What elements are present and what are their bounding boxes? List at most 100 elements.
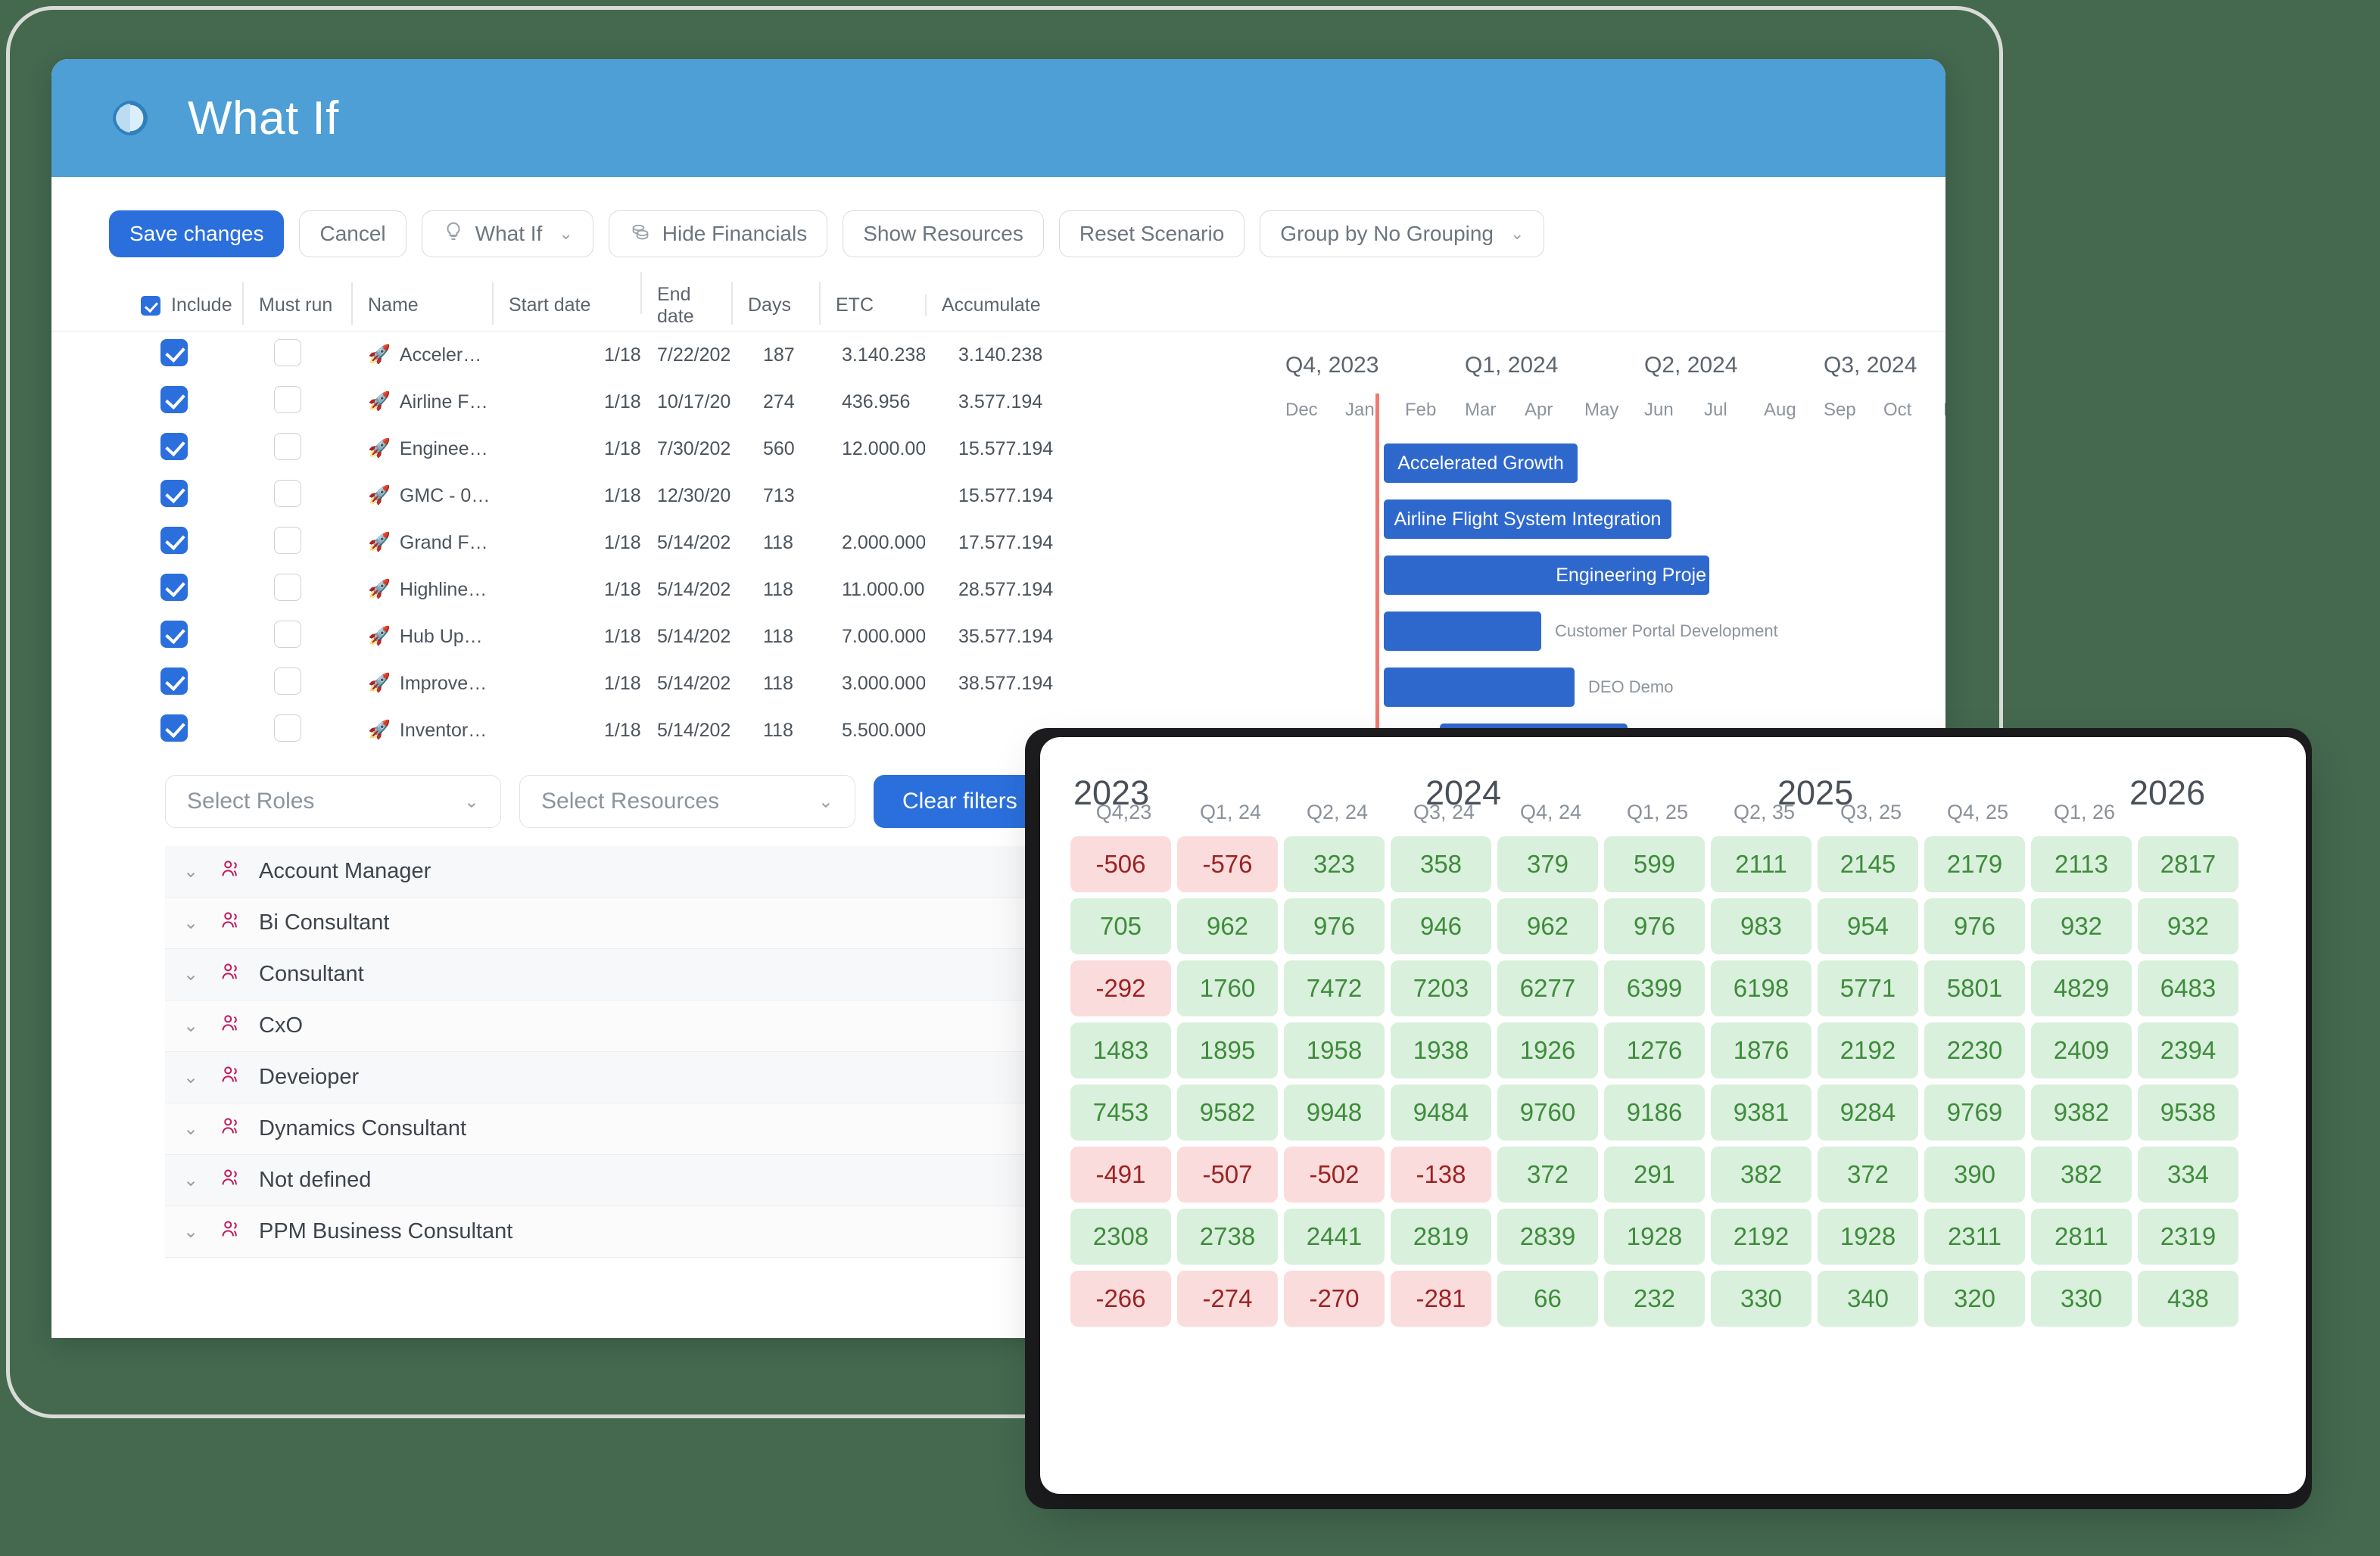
chevron-down-icon[interactable]: ⌄ — [183, 1015, 203, 1037]
select-resources-dropdown[interactable]: Select Resources ⌄ — [519, 775, 855, 828]
grid-cell[interactable]: 962 — [1177, 898, 1278, 954]
must-run-checkbox[interactable] — [274, 526, 301, 554]
grid-cell[interactable]: -507 — [1177, 1147, 1278, 1203]
grid-cell[interactable]: 932 — [2031, 898, 2132, 954]
grid-cell[interactable]: 954 — [1818, 898, 1918, 954]
grid-cell[interactable]: 330 — [2031, 1271, 2132, 1327]
grid-cell[interactable]: 705 — [1070, 898, 1171, 954]
chevron-down-icon[interactable]: ⌄ — [183, 860, 203, 882]
grid-cell[interactable]: 330 — [1711, 1271, 1811, 1327]
grid-cell[interactable]: 334 — [2138, 1147, 2238, 1203]
chevron-down-icon[interactable]: ⌄ — [183, 963, 203, 985]
grid-cell[interactable]: 438 — [2138, 1271, 2238, 1327]
grid-cell[interactable]: 232 — [1604, 1271, 1705, 1327]
grid-cell[interactable]: 2441 — [1284, 1209, 1385, 1265]
include-checkbox[interactable] — [160, 620, 188, 648]
grid-cell[interactable]: 2113 — [2031, 836, 2132, 892]
grid-cell[interactable]: 2145 — [1818, 836, 1918, 892]
must-run-checkbox[interactable] — [274, 432, 301, 460]
grid-cell[interactable]: 5771 — [1818, 960, 1918, 1016]
chevron-down-icon[interactable]: ⌄ — [183, 1118, 203, 1140]
grid-cell[interactable]: 320 — [1924, 1271, 2025, 1327]
clear-filters-button[interactable]: Clear filters — [874, 775, 1046, 828]
grid-cell[interactable]: 1926 — [1497, 1022, 1598, 1078]
grid-cell[interactable]: -576 — [1177, 836, 1278, 892]
grid-cell[interactable]: 2394 — [2138, 1022, 2238, 1078]
include-checkbox[interactable] — [160, 667, 188, 695]
grid-cell[interactable]: 1876 — [1711, 1022, 1811, 1078]
grid-cell[interactable]: 7203 — [1391, 960, 1491, 1016]
grid-cell[interactable]: 1276 — [1604, 1022, 1705, 1078]
include-checkbox[interactable] — [160, 338, 188, 366]
grid-cell[interactable]: 2192 — [1711, 1209, 1811, 1265]
include-checkbox[interactable] — [160, 573, 188, 601]
select-roles-dropdown[interactable]: Select Roles ⌄ — [165, 775, 501, 828]
must-run-checkbox[interactable] — [274, 338, 301, 366]
include-checkbox[interactable] — [160, 432, 188, 460]
chevron-down-icon[interactable]: ⌄ — [183, 1066, 203, 1088]
grid-cell[interactable]: 9760 — [1497, 1085, 1598, 1141]
grid-cell[interactable]: 1938 — [1391, 1022, 1491, 1078]
grid-cell[interactable]: 6277 — [1497, 960, 1598, 1016]
grid-cell[interactable]: 983 — [1711, 898, 1811, 954]
what-if-dropdown-button[interactable]: What If ⌄ — [421, 210, 593, 257]
grid-cell[interactable]: 2817 — [2138, 836, 2238, 892]
grid-cell[interactable]: 9382 — [2031, 1085, 2132, 1141]
select-all-checkbox[interactable] — [141, 295, 160, 316]
grid-cell[interactable]: 7453 — [1070, 1085, 1171, 1141]
grid-cell[interactable]: -281 — [1391, 1271, 1491, 1327]
hide-financials-button[interactable]: Hide Financials — [608, 210, 828, 257]
grid-cell[interactable]: -502 — [1284, 1147, 1385, 1203]
grid-cell[interactable]: 2111 — [1711, 836, 1811, 892]
grid-cell[interactable]: 6198 — [1711, 960, 1811, 1016]
grid-cell[interactable]: 1895 — [1177, 1022, 1278, 1078]
chevron-down-icon[interactable]: ⌄ — [183, 912, 203, 934]
grid-cell[interactable]: 2738 — [1177, 1209, 1278, 1265]
grid-cell[interactable]: 2839 — [1497, 1209, 1598, 1265]
grid-cell[interactable]: 382 — [1711, 1147, 1811, 1203]
grid-cell[interactable]: 340 — [1818, 1271, 1918, 1327]
grid-cell[interactable]: 2409 — [2031, 1022, 2132, 1078]
grid-cell[interactable]: -266 — [1070, 1271, 1171, 1327]
grid-cell[interactable]: 976 — [1284, 898, 1385, 954]
grid-cell[interactable]: -274 — [1177, 1271, 1278, 1327]
gantt-bar[interactable] — [1384, 612, 1541, 651]
grid-cell[interactable]: -270 — [1284, 1271, 1385, 1327]
grid-cell[interactable]: 382 — [2031, 1147, 2132, 1203]
save-changes-button[interactable]: Save changes — [109, 210, 285, 257]
grid-cell[interactable]: 4829 — [2031, 960, 2132, 1016]
grid-cell[interactable]: 9769 — [1924, 1085, 2025, 1141]
grid-cell[interactable]: 1760 — [1177, 960, 1278, 1016]
grid-cell[interactable]: 2319 — [2138, 1209, 2238, 1265]
grid-cell[interactable]: 2230 — [1924, 1022, 2025, 1078]
grid-cell[interactable]: 358 — [1391, 836, 1491, 892]
show-resources-button[interactable]: Show Resources — [843, 210, 1044, 257]
grid-cell[interactable]: 372 — [1818, 1147, 1918, 1203]
grid-cell[interactable]: 2311 — [1924, 1209, 2025, 1265]
chevron-down-icon[interactable]: ⌄ — [183, 1221, 203, 1243]
grid-cell[interactable]: 1928 — [1604, 1209, 1705, 1265]
grid-cell[interactable]: 962 — [1497, 898, 1598, 954]
grid-cell[interactable]: 9186 — [1604, 1085, 1705, 1141]
gantt-bar[interactable] — [1384, 668, 1575, 707]
grid-cell[interactable]: 2819 — [1391, 1209, 1491, 1265]
grid-cell[interactable]: 6399 — [1604, 960, 1705, 1016]
grid-cell[interactable]: 5801 — [1924, 960, 2025, 1016]
grid-cell[interactable]: 932 — [2138, 898, 2238, 954]
grid-cell[interactable]: -292 — [1070, 960, 1171, 1016]
must-run-checkbox[interactable] — [274, 385, 301, 413]
grid-cell[interactable]: 390 — [1924, 1147, 2025, 1203]
grid-cell[interactable]: 372 — [1497, 1147, 1598, 1203]
include-checkbox[interactable] — [160, 385, 188, 413]
grid-cell[interactable]: 9484 — [1391, 1085, 1491, 1141]
include-checkbox[interactable] — [160, 479, 188, 507]
gantt-bar[interactable]: Accelerated Growth — [1384, 443, 1578, 483]
grid-cell[interactable]: 946 — [1391, 898, 1491, 954]
reset-scenario-button[interactable]: Reset Scenario — [1058, 210, 1245, 257]
grid-cell[interactable]: 379 — [1497, 836, 1598, 892]
grid-cell[interactable]: 976 — [1924, 898, 2025, 954]
grid-cell[interactable]: 1958 — [1284, 1022, 1385, 1078]
grid-cell[interactable]: 1928 — [1818, 1209, 1918, 1265]
grid-cell[interactable]: 2179 — [1924, 836, 2025, 892]
cancel-button[interactable]: Cancel — [299, 210, 407, 257]
